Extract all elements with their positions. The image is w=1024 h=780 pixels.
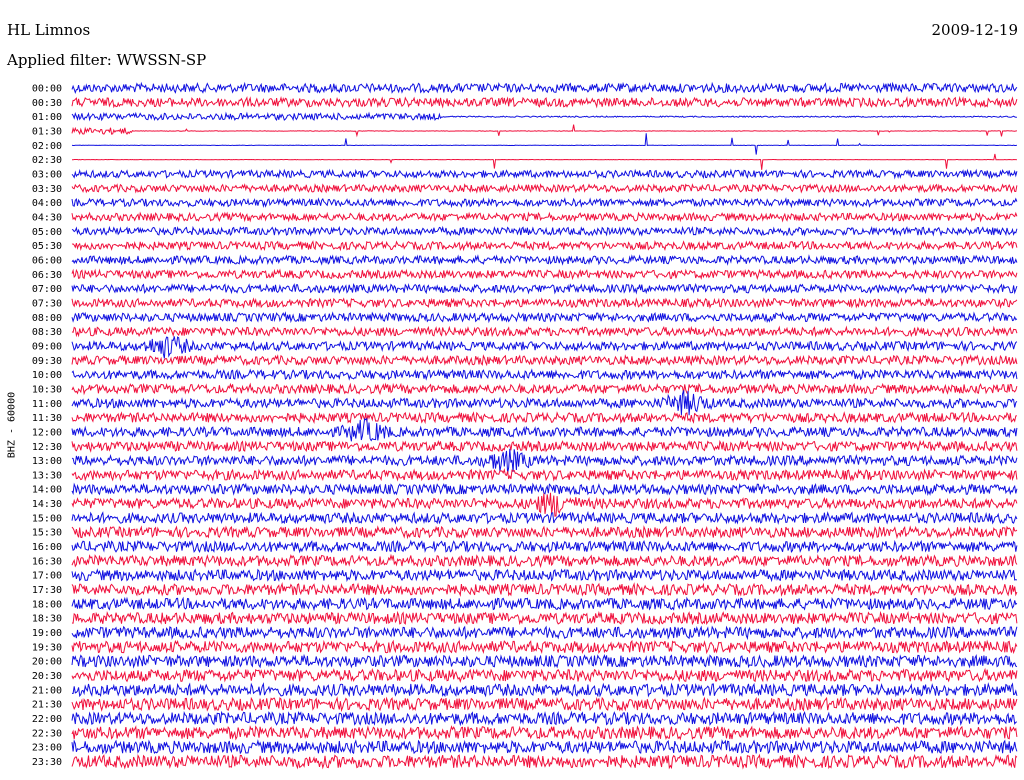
trace-line	[71, 225, 1018, 237]
trace-line	[71, 653, 1018, 669]
trace-line	[71, 268, 1018, 281]
trace-line	[71, 254, 1018, 266]
trace-line	[71, 710, 1018, 727]
y-tick-label: 20:30	[32, 671, 62, 682]
y-tick-label: 22:30	[32, 728, 62, 739]
helicorder-plot: 00:00 00:30 01:00 01:30 02:00 02:30 03:00 03:30…	[32, 81, 1018, 770]
y-tick-label: 00:30	[32, 98, 62, 109]
y-tick-label: 01:30	[32, 126, 62, 137]
y-tick-label: 21:30	[32, 700, 62, 711]
y-tick-label: 18:30	[32, 614, 62, 625]
trace-line	[71, 753, 1018, 770]
y-tick-label: 11:00	[32, 399, 62, 410]
trace-line	[71, 353, 1018, 367]
trace-line	[71, 239, 1018, 252]
y-tick-label: 01:00	[32, 112, 62, 123]
y-tick-label: 04:30	[32, 212, 62, 223]
y-tick-label: 22:00	[32, 714, 62, 725]
y-tick-label: 12:00	[32, 427, 62, 438]
y-tick-label: 08:00	[32, 313, 62, 324]
trace-line	[71, 625, 1018, 641]
y-tick-label: 15:00	[32, 513, 62, 524]
y-tick-label: 18:00	[32, 599, 62, 610]
trace-line	[71, 183, 1018, 194]
trace-line	[71, 325, 1018, 338]
trace-line	[71, 448, 1018, 474]
trace-line	[71, 411, 1017, 425]
y-tick-label: 11:30	[32, 413, 62, 424]
y-tick-label: 12:30	[32, 442, 62, 453]
y-tick-label: 16:30	[32, 556, 62, 567]
y-tick-label: 10:30	[32, 384, 62, 395]
trace-line	[71, 368, 1018, 381]
y-tick-label: 02:00	[32, 141, 62, 152]
trace-line	[71, 417, 1018, 442]
y-tick-label: 13:00	[32, 456, 62, 467]
trace-line	[71, 111, 1017, 122]
y-tick-label: 23:30	[32, 757, 62, 768]
y-tick-label: 14:30	[32, 499, 62, 510]
y-tick-label: 08:30	[32, 327, 62, 338]
y-tick-label: 23:00	[32, 743, 62, 754]
y-tick-label: 09:30	[32, 356, 62, 367]
trace-line	[71, 682, 1018, 698]
y-tick-label: 10:00	[32, 370, 62, 381]
y-tick-label: 06:30	[32, 270, 62, 281]
trace-line	[71, 211, 1018, 223]
trace-line	[71, 124, 1017, 138]
trace-line	[71, 439, 1018, 453]
y-tick-label: 17:30	[32, 585, 62, 596]
trace-line	[71, 95, 1018, 109]
trace-line	[71, 311, 1018, 324]
y-tick-label: 06:00	[32, 255, 62, 266]
trace-line	[71, 596, 1018, 612]
trace-line	[71, 696, 1018, 713]
trace-group	[71, 81, 1018, 770]
y-tick-label: 03:00	[32, 169, 62, 180]
y-tick-label: 03:30	[32, 184, 62, 195]
trace-line	[71, 390, 1018, 416]
trace-line	[72, 153, 1017, 170]
trace-line	[71, 492, 1018, 517]
trace-line	[71, 739, 1018, 755]
y-tick-label: 13:30	[32, 470, 62, 481]
trace-line	[71, 482, 1018, 497]
y-tick-label: 09:00	[32, 341, 62, 352]
y-tick-label: 05:30	[32, 241, 62, 252]
trace-line	[71, 283, 1018, 295]
y-tick-label: 16:00	[32, 542, 62, 553]
y-tick-label: 19:00	[32, 628, 62, 639]
y-tick-label: 19:30	[32, 642, 62, 653]
y-tick-label: 07:00	[32, 284, 62, 295]
trace-line	[71, 553, 1018, 569]
trace-line	[71, 510, 1018, 525]
trace-line	[71, 725, 1018, 741]
trace-line	[71, 667, 1018, 683]
trace-line	[71, 539, 1018, 554]
trace-line	[71, 197, 1018, 209]
trace-line	[71, 297, 1018, 309]
trace-line	[71, 468, 1018, 482]
trace-line	[71, 133, 1018, 155]
y-tick-label: 14:00	[32, 485, 62, 496]
trace-line	[71, 81, 1018, 95]
tick-label-group: 00:00 00:30 01:00 01:30 02:00 02:30 03:00 03:30…	[32, 84, 62, 769]
y-tick-label: 04:00	[32, 198, 62, 209]
y-tick-label: 21:00	[32, 685, 62, 696]
y-tick-label: 05:00	[32, 227, 62, 238]
trace-line	[71, 525, 1018, 540]
trace-line	[71, 610, 1018, 626]
y-tick-label: 20:00	[32, 657, 62, 668]
trace-line	[71, 568, 1018, 583]
y-tick-label: 07:30	[32, 298, 62, 309]
y-tick-label: 17:00	[32, 571, 62, 582]
trace-line	[71, 336, 1018, 359]
y-tick-label: 02:30	[32, 155, 62, 166]
y-tick-label: 15:30	[32, 528, 62, 539]
trace-line	[71, 582, 1018, 597]
y-tick-label: 00:00	[32, 84, 62, 95]
trace-line	[71, 168, 1018, 180]
trace-line	[71, 382, 1018, 396]
trace-line	[71, 639, 1018, 655]
